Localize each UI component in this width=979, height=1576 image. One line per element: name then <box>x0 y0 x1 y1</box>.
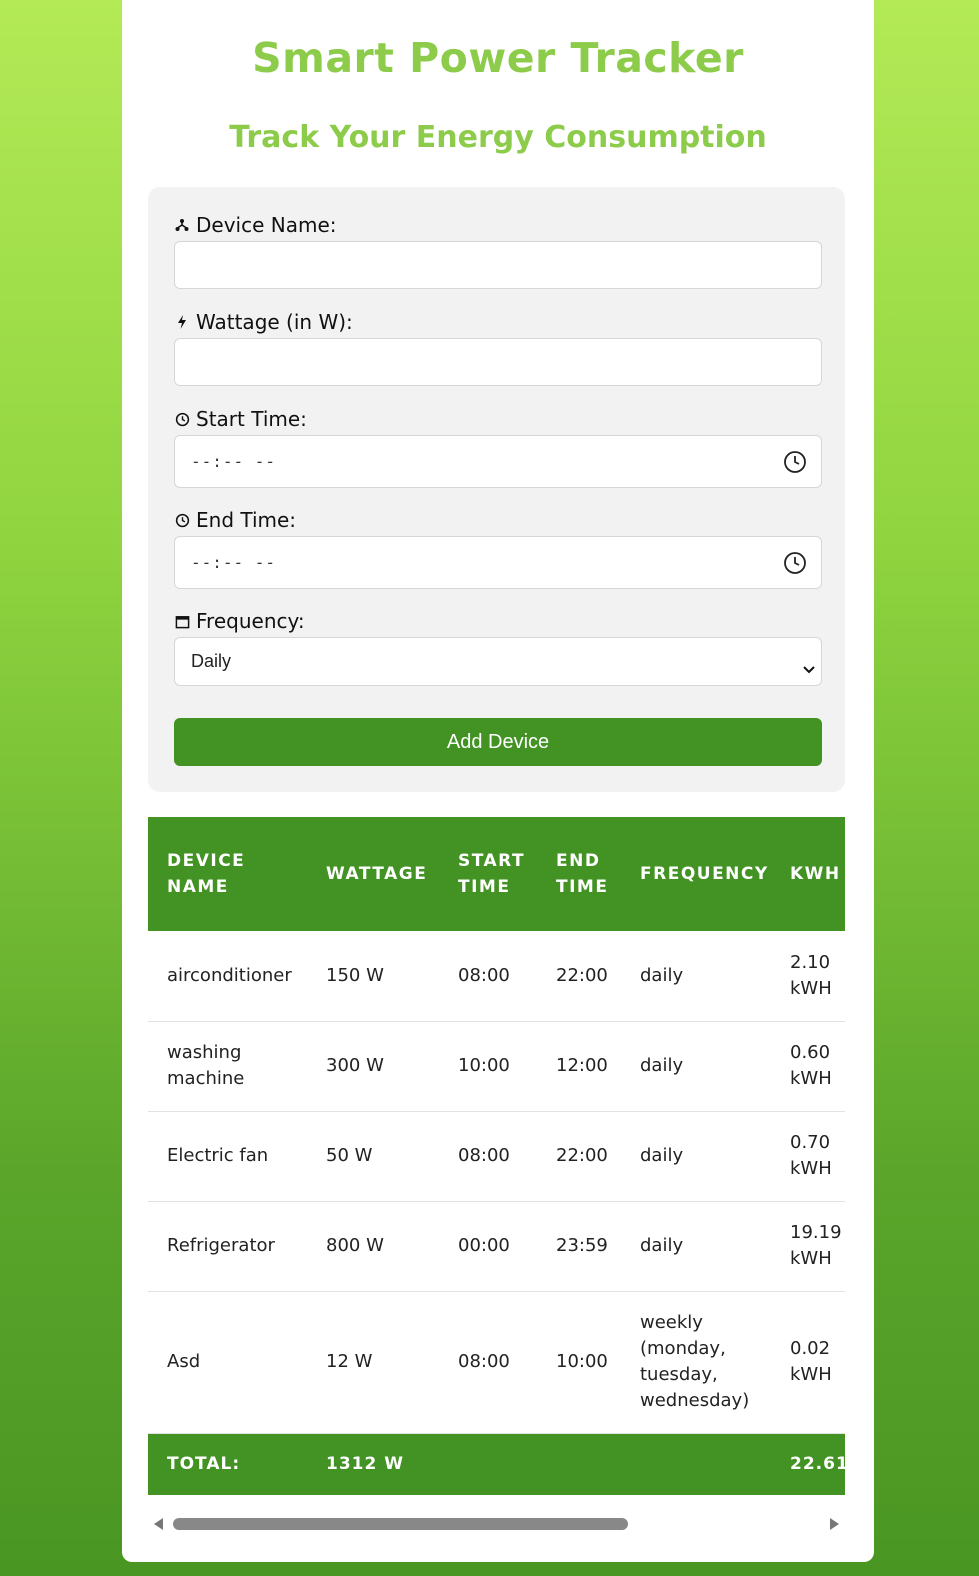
calendar-icon <box>174 613 190 629</box>
device-name-label: Device Name: <box>174 213 337 237</box>
cell-start-time: 10:00 <box>439 1021 537 1112</box>
header-device-name: DEVICE NAME <box>167 851 246 897</box>
start-time-label: Start Time: <box>174 407 307 431</box>
cell-kwh: 19.19 kWH <box>771 1201 845 1292</box>
cell-device-name: washing machine <box>148 1021 307 1112</box>
header-start-time: START TIME <box>458 851 526 897</box>
cell-wattage: 12 W <box>307 1291 439 1434</box>
cell-kwh: 0.70 kWH <box>771 1111 845 1202</box>
header-frequency: FREQUENCY <box>640 864 769 884</box>
cell-wattage: 50 W <box>307 1111 439 1202</box>
cell-device-name: airconditioner <box>148 931 307 1022</box>
cell-end-time: 12:00 <box>537 1021 621 1112</box>
cell-wattage: 800 W <box>307 1201 439 1292</box>
clock-icon[interactable] <box>783 450 807 474</box>
table-row: Asd 12 W 08:00 10:00 weekly (monday, tue… <box>148 1291 845 1434</box>
header-wattage: WATTAGE <box>326 864 428 884</box>
cell-kwh: 0.02 kWH <box>771 1291 845 1434</box>
frequency-selected-value: Daily <box>191 651 232 671</box>
cell-end-time: 10:00 <box>537 1291 621 1434</box>
clock-icon <box>174 512 190 528</box>
cell-start-time: 08:00 <box>439 931 537 1022</box>
cell-start-time: 08:00 <box>439 1291 537 1434</box>
wattage-input[interactable] <box>174 338 822 386</box>
total-empty-cell <box>537 1433 621 1495</box>
wattage-label-text: Wattage (in W): <box>196 310 353 334</box>
cell-end-time: 22:00 <box>537 931 621 1022</box>
devices-table: DEVICE NAME WATTAGE START TIME END TIME … <box>148 817 845 1499</box>
cell-device-name: Electric fan <box>148 1111 307 1202</box>
cell-device-name: Refrigerator <box>148 1201 307 1292</box>
frequency-label-text: Frequency: <box>196 609 305 633</box>
total-wattage: 1312 W <box>326 1454 404 1475</box>
scroll-right-arrow-icon[interactable] <box>830 1518 839 1530</box>
table-row: Refrigerator 800 W 00:00 23:59 daily 19.… <box>148 1201 845 1292</box>
clock-icon[interactable] <box>783 551 807 575</box>
table-row: Electric fan 50 W 08:00 22:00 daily 0.70… <box>148 1111 845 1202</box>
cell-frequency: daily <box>621 1111 771 1202</box>
clock-icon <box>174 411 190 427</box>
chevron-down-icon <box>803 658 815 673</box>
cell-start-time: 00:00 <box>439 1201 537 1292</box>
device-name-input[interactable] <box>174 241 822 289</box>
page-title: Smart Power Tracker <box>252 34 744 82</box>
cell-frequency: daily <box>621 931 771 1022</box>
end-time-label-text: End Time: <box>196 508 297 532</box>
cell-frequency: daily <box>621 1201 771 1292</box>
wattage-label: Wattage (in W): <box>174 310 353 334</box>
table-row: airconditioner 150 W 08:00 22:00 daily 2… <box>148 931 845 1022</box>
cell-device-name: Asd <box>148 1291 307 1434</box>
end-time-value: --:-- -- <box>191 553 277 572</box>
cell-frequency: daily <box>621 1021 771 1112</box>
device-name-label-text: Device Name: <box>196 213 337 237</box>
table-row: washing machine 300 W 10:00 12:00 daily … <box>148 1021 845 1112</box>
header-kwh: KWH <box>790 864 841 884</box>
scroll-left-arrow-icon[interactable] <box>154 1518 163 1530</box>
page-subtitle: Track Your Energy Consumption <box>229 120 767 155</box>
add-device-button[interactable]: Add Device <box>174 718 822 766</box>
total-label: TOTAL: <box>167 1454 241 1475</box>
header-end-time: END TIME <box>556 851 609 897</box>
device-network-icon <box>174 217 190 233</box>
frequency-label: Frequency: <box>174 609 305 633</box>
device-form: Device Name: Wattage (in W): Start Time:… <box>148 187 845 792</box>
total-kwh: 22.61 <box>790 1454 845 1475</box>
cell-wattage: 150 W <box>307 931 439 1022</box>
bolt-icon <box>174 314 190 330</box>
cell-start-time: 08:00 <box>439 1111 537 1202</box>
scrollbar-thumb[interactable] <box>173 1518 628 1530</box>
cell-kwh: 2.10 kWH <box>771 931 845 1022</box>
start-time-label-text: Start Time: <box>196 407 307 431</box>
cell-end-time: 23:59 <box>537 1201 621 1292</box>
table-horizontal-scrollbar[interactable] <box>148 1510 845 1538</box>
total-empty-cell <box>621 1433 771 1495</box>
start-time-value: --:-- -- <box>191 452 277 471</box>
cell-wattage: 300 W <box>307 1021 439 1112</box>
cell-frequency: weekly (monday, tuesday, wednesday) <box>621 1291 771 1434</box>
end-time-label: End Time: <box>174 508 296 532</box>
cell-kwh: 0.60 kWH <box>771 1021 845 1112</box>
table-header-row: DEVICE NAME WATTAGE START TIME END TIME … <box>148 817 845 931</box>
start-time-input[interactable]: --:-- -- <box>174 435 822 488</box>
end-time-input[interactable]: --:-- -- <box>174 536 822 589</box>
frequency-select[interactable]: Daily <box>174 637 822 686</box>
cell-end-time: 22:00 <box>537 1111 621 1202</box>
main-card: Smart Power Tracker Track Your Energy Co… <box>122 0 874 1562</box>
table-total-row: TOTAL: 1312 W 22.61 <box>148 1433 845 1495</box>
total-empty-cell <box>439 1433 537 1495</box>
